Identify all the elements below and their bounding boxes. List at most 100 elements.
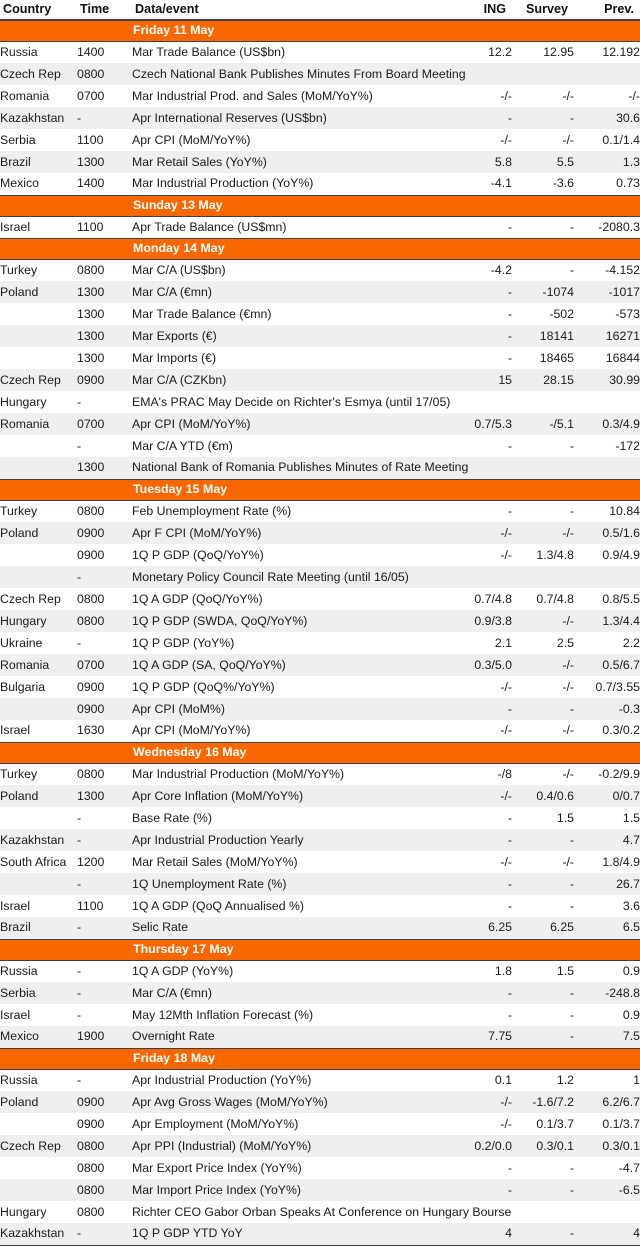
cell-time: 1630 [77, 720, 132, 743]
table-row[interactable]: 0900 1Q P GDP (QoQ/YoY%) -/- 1.3/4.8 0.9/4.9 [0, 544, 640, 566]
cell-country [0, 1179, 77, 1201]
table-row[interactable]: Turkey 0800 Mar Industrial Production (MoM… [0, 763, 640, 785]
cell-prev: 30.99 [574, 369, 640, 391]
table-row[interactable]: Hungary - EMA's PRAC May Decide on Richter… [0, 391, 640, 413]
table-row[interactable]: Russia 1400 Mar Trade Balance (US$bn) 12.2 1… [0, 41, 640, 63]
table-row[interactable]: -1Q Unemployment Rate (%) - -26.7 [0, 873, 640, 895]
cell-prev: 0.9 [574, 1004, 640, 1026]
table-row[interactable]: Russia -1Q A GDP (YoY%) 1.8 1.5 0.9 [0, 960, 640, 982]
cell-time: - [77, 1004, 132, 1026]
cell-event: 1Q Unemployment Rate (%) [132, 873, 450, 895]
cell-country: Kazakhstan [0, 1223, 77, 1246]
table-row[interactable]: Czech Rep 0800 Apr PPI (Industrial) (MoM/Y… [0, 1135, 640, 1157]
table-row[interactable]: Russia - Apr Industrial Production (YoY%) 0… [0, 1069, 640, 1091]
cell-ing: 0.1 [450, 1069, 512, 1091]
table-row[interactable]: Hungary 0800 Richter CEO Gabor Orban Speak… [0, 1201, 640, 1223]
cell-ing: 0.7/4.8 [450, 588, 512, 610]
table-row[interactable]: Mexico 1900 Overnight Rate 7.75-7.5 [0, 1026, 640, 1049]
table-row[interactable]: Israel 1100 1Q A GDP (QoQ Annualised %) - -3… [0, 895, 640, 917]
table-row[interactable]: 1300 Mar Exports (€) -18141 16271 [0, 325, 640, 347]
table-row[interactable]: Israel 1100 Apr Trade Balance (US$mn) - - -20… [0, 216, 640, 239]
table-row[interactable]: Romania 0700 Apr CPI (MoM/YoY%) 0.7/5.3 -/5.… [0, 413, 640, 435]
table-row[interactable]: 0800 Mar Import Price Index (YoY%) - - -6.5 [0, 1179, 640, 1201]
table-row[interactable]: Czech Rep 0900 Mar C/A (CZKbn) 15 28.15 30.99 [0, 369, 640, 391]
table-row[interactable]: Brazil 1300 Mar Retail Sales (YoY%) 5.8 5.5 1… [0, 151, 640, 173]
cell-country: Israel [0, 1004, 77, 1026]
cell-country: Mexico [0, 1026, 77, 1049]
cell-time: 0800 [77, 259, 132, 281]
cell-time: 0900 [77, 369, 132, 391]
table-row[interactable]: Ukraine -1Q P GDP (YoY%) 2.1 2.5 2.2 [0, 632, 640, 654]
table-row[interactable]: Kazakhstan -1Q P GDP YTD YoY 4-4 [0, 1223, 640, 1246]
table-row[interactable]: 0800 Mar Export Price Index (YoY%) - - -4.7 [0, 1157, 640, 1179]
cell-event: Mar Retail Sales (YoY%) [132, 151, 450, 173]
cell-prev: -/- [574, 85, 640, 107]
table-row[interactable]: Romania 0700 Mar Industrial Prod. and Sale… [0, 85, 640, 107]
cell-event: Apr CPI (MoM/YoY%) [132, 129, 450, 151]
table-row[interactable]: Kazakhstan - Apr Industrial Production Yea… [0, 829, 640, 851]
table-row[interactable]: Israel 1630 Apr CPI (MoM/YoY%) -/- -/- 0.3/0.… [0, 720, 640, 743]
cell-time: - [77, 566, 132, 588]
table-row[interactable]: 0900 Apr Employment (MoM/YoY%) -/- 0.1/3.7 0… [0, 1113, 640, 1135]
cell-event: Mar Industrial Production (YoY%) [132, 173, 450, 196]
table-row[interactable]: 0900 Apr CPI (MoM%) - - -0.3 [0, 698, 640, 720]
column-header-ing: ING [450, 0, 512, 21]
table-row[interactable]: 1300 Mar Trade Balance (€mn) - -502 -573 [0, 303, 640, 325]
table-row[interactable]: - Monetary Policy Council Rate Meeting (u… [0, 566, 640, 588]
cell-survey: -1.6/7.2 [512, 1091, 574, 1113]
cell-country: Romania [0, 654, 77, 676]
table-row[interactable]: Czech Rep 0800 Czech National Bank Publish… [0, 63, 640, 85]
table-row[interactable]: Poland 1300 Apr Core Inflation (MoM/YoY%) -… [0, 785, 640, 807]
cell-ing: 5.8 [450, 151, 512, 173]
cell-time: 0800 [77, 588, 132, 610]
cell-event: Mar Imports (€) [132, 347, 450, 369]
cell-ing: 2.1 [450, 632, 512, 654]
day-label: Monday 14 May [133, 241, 225, 255]
cell-survey: 0.1/3.7 [512, 1113, 574, 1135]
cell-event: Apr Core Inflation (MoM/YoY%) [132, 785, 450, 807]
table-row[interactable]: Turkey 0800 Feb Unemployment Rate (%) - -10.… [0, 500, 640, 522]
cell-survey: -/- [512, 654, 574, 676]
cell-survey: 18465 [512, 347, 574, 369]
cell-prev: 0.9/4.9 [574, 544, 640, 566]
table-row[interactable]: South Africa 1200 Mar Retail Sales (MoM/Yo… [0, 851, 640, 873]
cell-time: 0900 [77, 698, 132, 720]
table-row[interactable]: Poland 1300 Mar C/A (€mn) - -1074 -1017 [0, 281, 640, 303]
cell-time: 0800 [77, 763, 132, 785]
table-row[interactable]: Kazakhstan - Apr International Reserves (U… [0, 107, 640, 129]
table-row[interactable]: Bulgaria 0900 1Q P GDP (QoQ%/YoY%) -/- -/- 0.… [0, 676, 640, 698]
table-row[interactable]: Brazil - Selic Rate 6.25 6.25 6.5 [0, 917, 640, 940]
table-row[interactable]: 1300 Mar Imports (€) -18465 16844 [0, 347, 640, 369]
table-row[interactable]: - Base Rate (%) -1.5 1.5 [0, 807, 640, 829]
cell-country: Poland [0, 785, 77, 807]
table-row[interactable]: 1300 National Bank of Romania Publishes M… [0, 457, 640, 480]
table-row[interactable]: Serbia - Mar C/A (€mn) - - -248.8 [0, 982, 640, 1004]
cell-time: 1100 [77, 129, 132, 151]
cell-survey: -/- [512, 720, 574, 743]
table-row[interactable]: Israel - May 12Mth Inflation Forecast (%) -… [0, 1004, 640, 1026]
table-row[interactable]: Poland 0900 Apr Avg Gross Wages (MoM/YoY%)… [0, 1091, 640, 1113]
cell-time: 1300 [77, 151, 132, 173]
cell-survey: - [512, 829, 574, 851]
cell-prev: 0/0.7 [574, 785, 640, 807]
table-row[interactable]: Hungary 0800 1Q P GDP (SWDA, QoQ/YoY%) 0.9/… [0, 610, 640, 632]
table-row[interactable]: Mexico 1400 Mar Industrial Production (YoY… [0, 173, 640, 196]
cell-time: - [77, 873, 132, 895]
day-banner-cell: Tuesday 15 May [0, 478, 640, 501]
cell-survey: 0.4/0.6 [512, 785, 574, 807]
table-row[interactable]: Romania 0700 1Q A GDP (SA, QoQ/YoY%) 0.3/5.… [0, 654, 640, 676]
cell-ing: -/- [450, 522, 512, 544]
cell-time: - [77, 1069, 132, 1091]
table-row[interactable]: Czech Rep 0800 1Q A GDP (QoQ/YoY%) 0.7/4.8 0… [0, 588, 640, 610]
cell-country: Hungary [0, 610, 77, 632]
cell-time: 1100 [77, 895, 132, 917]
column-header-time: Time [77, 0, 132, 21]
cell-event: Mar C/A (€mn) [132, 982, 450, 1004]
cell-survey: 0.7/4.8 [512, 588, 574, 610]
table-row[interactable]: Poland 0900 Apr F CPI (MoM/YoY%) -/- -/- 0.5/… [0, 522, 640, 544]
cell-survey: - [512, 107, 574, 129]
table-row[interactable]: Serbia 1100 Apr CPI (MoM/YoY%) -/- -/- 0.1/1.… [0, 129, 640, 151]
table-row[interactable]: Turkey 0800 Mar C/A (US$bn) -4.2- -4.152 [0, 259, 640, 281]
table-row[interactable]: - Mar C/A YTD (€m) - - -172 [0, 435, 640, 457]
cell-ing: - [450, 435, 512, 457]
